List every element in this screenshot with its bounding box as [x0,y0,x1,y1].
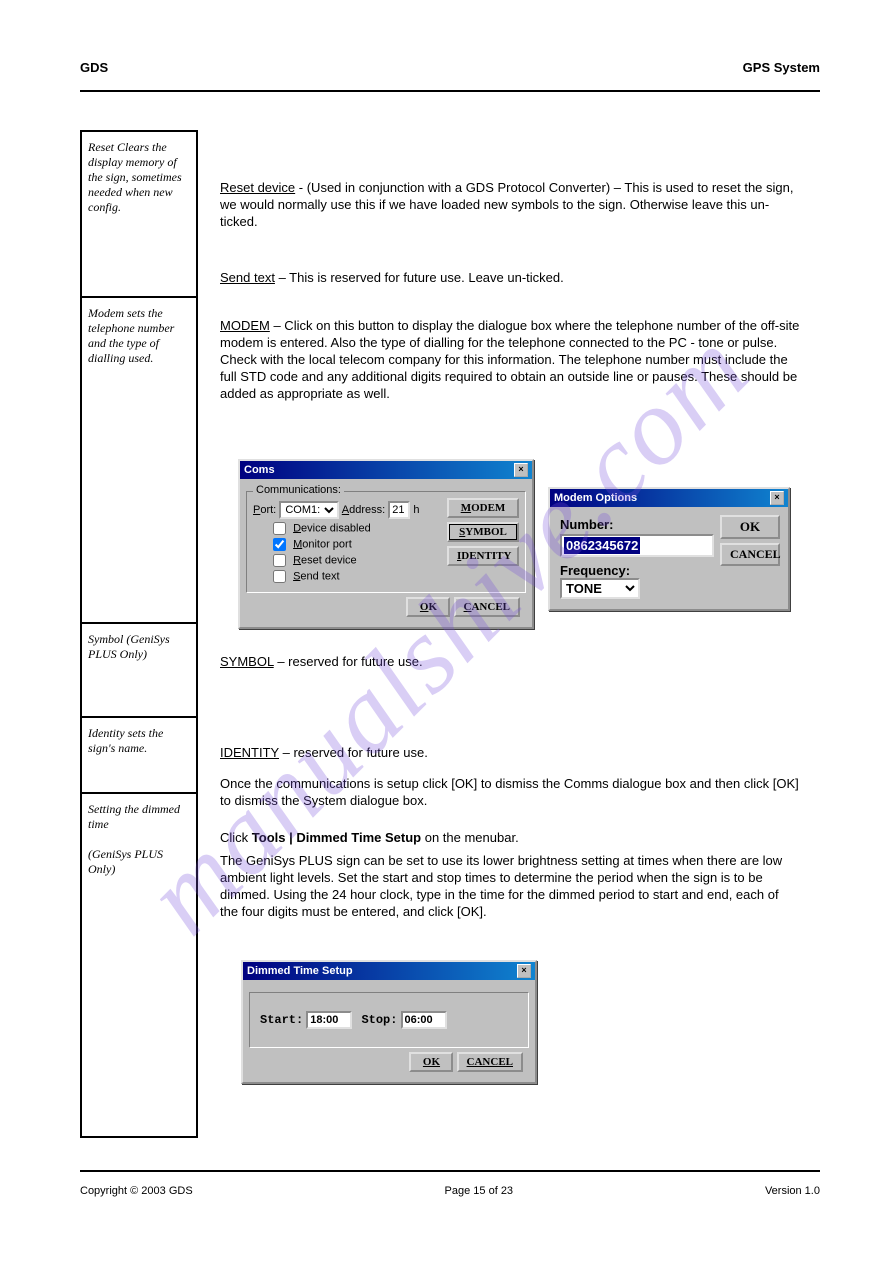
para-menucmd: Click Tools | Dimmed Time Setup on the m… [220,830,519,847]
text-send-text: – This is reserved for future use. Leave… [279,270,564,285]
para-reset: Reset device - (Used in conjunction with… [220,180,800,231]
footer-right: Version 1.0 [765,1185,820,1197]
close-icon[interactable]: × [514,463,528,477]
stop-label: Stop: [361,1013,397,1027]
stop-input[interactable] [401,1011,447,1029]
left-sidebar: Reset Clears the display memory of the s… [80,130,198,1138]
coms-group: Communications: Port: COM1: Address: h D… [246,491,526,593]
address-label: Address: [342,504,385,516]
text-symbol: – reserved for future use. [277,654,422,669]
para-oknote: Once the communications is setup click [… [220,776,800,810]
label-send-text: Send text [220,270,275,285]
para-sendtext: Send text – This is reserved for future … [220,270,800,287]
modem-titlebar[interactable]: Modem Options × [550,489,788,507]
label-reset-device: Reset device [220,180,295,195]
address-input[interactable] [388,501,410,519]
dialog-dimmed-time: Dimmed Time Setup × Start: Stop: OK CANC… [241,960,537,1084]
frequency-select[interactable]: TONE [560,578,640,599]
port-select[interactable]: COM1: [279,501,339,519]
coms-group-label: Communications: [253,484,344,496]
close-icon[interactable]: × [517,964,531,978]
cancel-button[interactable]: CANCEL [457,1052,523,1072]
text-click: Click [220,830,248,845]
ok-button[interactable]: OK [409,1052,453,1072]
header-left: GDS [80,60,108,77]
dimmed-titlebar[interactable]: Dimmed Time Setup × [243,962,535,980]
cancel-button[interactable]: CANCEL [720,543,780,566]
ok-button[interactable]: OK [406,597,450,617]
footer-center: Page 15 of 23 [445,1185,514,1197]
para-modem: MODEM – Click on this button to display … [220,318,800,402]
ok-button[interactable]: OK [720,515,780,539]
footer: Copyright © 2003 GDS Page 15 of 23 Versi… [80,1185,820,1197]
text-modem: – Click on this button to display the di… [220,318,799,401]
chk-device-disabled[interactable]: Device disabled [273,522,443,535]
label-symbol: SYMBOL [220,654,274,669]
text-menu-path: Tools | Dimmed Time Setup [252,830,421,845]
para-symbol: SYMBOL – reserved for future use. [220,654,800,671]
header-right: GPS System [743,60,820,77]
start-input[interactable] [306,1011,352,1029]
start-label: Start: [260,1013,303,1027]
sidebar-symbol-title: Symbol [88,632,123,646]
footer-rule [80,1170,820,1172]
number-input[interactable]: 0862345672 [564,537,640,554]
para-identity: IDENTITY – reserved for future use. [220,745,800,762]
header-rule [80,90,820,92]
cancel-button[interactable]: CANCEL [454,597,520,617]
text-identity: – reserved for future use. [283,745,428,760]
sidebar-cell-identity: Identity sets the sign's name. [80,718,198,794]
sidebar-dimmed-title: Setting the dimmed time [88,802,180,831]
number-label: Number: [560,517,714,532]
identity-button[interactable]: IDENTITY [447,546,519,566]
chk-reset-device[interactable]: Reset device [273,554,443,567]
chk-send-text[interactable]: Send text [273,570,443,583]
close-icon[interactable]: × [770,491,784,505]
sidebar-cell-reset: Reset Clears the display memory of the s… [80,130,198,298]
dialog-coms: Coms × Communications: Port: COM1: Addre… [238,459,534,629]
text-reset-device: - (Used in conjunction with a GDS Protoc… [220,180,794,229]
coms-titlebar[interactable]: Coms × [240,461,532,479]
coms-title: Coms [244,464,275,476]
label-modem: MODEM [220,318,270,333]
sidebar-cell-modem: Modem sets the telephone number and the … [80,298,198,624]
dialog-modem-options: Modem Options × Number: 0862345672 Frequ… [548,487,790,611]
label-identity: IDENTITY [220,745,279,760]
text-menubar: on the menubar. [425,830,519,845]
modem-title: Modem Options [554,492,637,504]
port-label: Port: [253,504,276,516]
sidebar-cell-symbol: Symbol (GeniSys PLUS Only) [80,624,198,718]
symbol-button[interactable]: SYMBOL [447,522,519,542]
sidebar-dimmed-note: (GeniSys PLUS Only) [88,847,163,876]
address-suffix: h [413,504,419,516]
sidebar-cell-dimmed: Setting the dimmed time (GeniSys PLUS On… [80,794,198,1138]
frequency-label: Frequency: [560,563,714,578]
footer-left: Copyright © 2003 GDS [80,1185,193,1197]
chk-monitor-port[interactable]: Monitor port [273,538,443,551]
modem-button[interactable]: MODEM [447,498,519,518]
dimmed-title: Dimmed Time Setup [247,965,353,977]
para-dim-desc: The GeniSys PLUS sign can be set to use … [220,853,800,921]
